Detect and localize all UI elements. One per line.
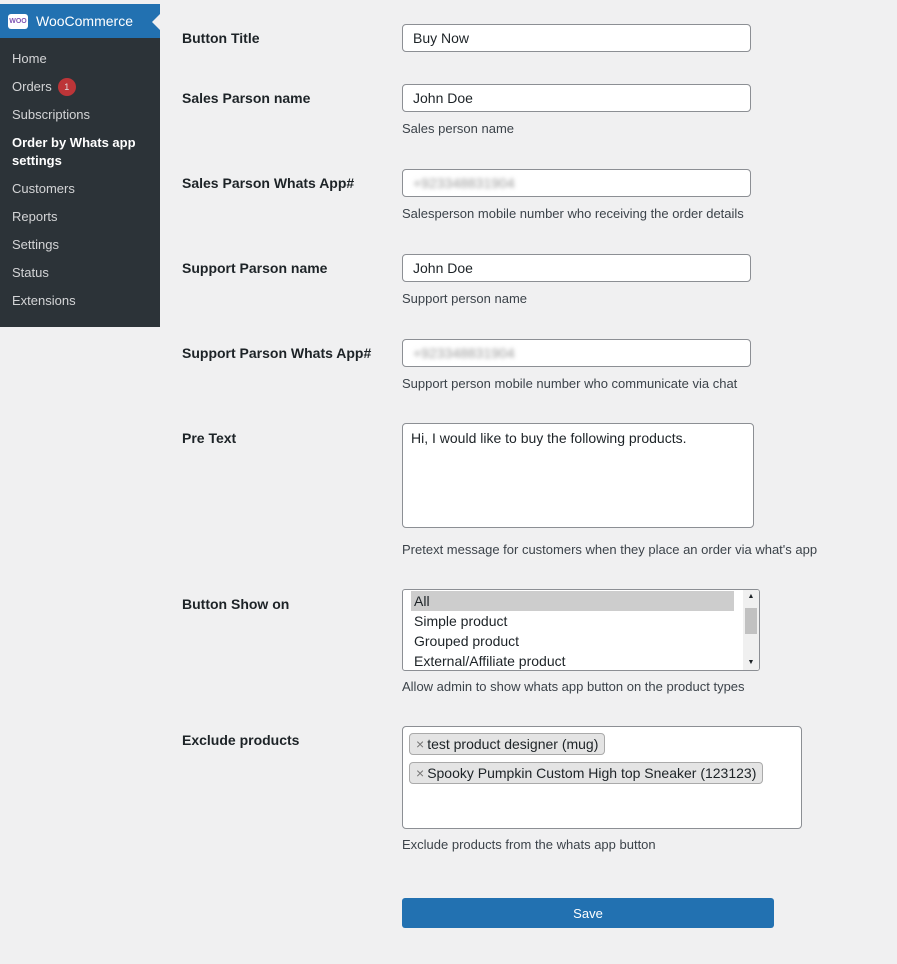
option-all[interactable]: All [411, 591, 734, 611]
sales-whatsapp-label: Sales Parson Whats App# [182, 175, 355, 191]
sidebar-item-label: Settings [12, 237, 59, 252]
sales-whatsapp-input[interactable]: +923348831904 [402, 169, 751, 197]
scroll-down-icon[interactable]: ▼ [743, 656, 759, 670]
admin-sidebar: WOO WooCommerce Home Orders 1 Subscriptio… [0, 0, 160, 327]
save-button[interactable]: Save [402, 898, 774, 928]
remove-icon[interactable]: × [416, 736, 424, 752]
sidebar-item-orders[interactable]: Orders 1 [0, 73, 160, 101]
sales-whatsapp-value: +923348831904 [413, 175, 515, 191]
sidebar-item-label: Extensions [12, 293, 76, 308]
pre-text-description: Pretext message for customers when they … [402, 542, 818, 557]
product-chip: × test product designer (mug) [409, 733, 606, 755]
sales-name-description: Sales person name [402, 121, 515, 136]
support-whatsapp-input[interactable]: +923348831904 [402, 339, 751, 367]
scrollbar-thumb[interactable] [745, 608, 757, 634]
support-name-input[interactable]: John Doe [402, 254, 751, 282]
sidebar-item-label: Order by Whats app settings [12, 135, 136, 168]
sidebar-item-order-by-whatsapp[interactable]: Order by Whats app settings [0, 129, 160, 175]
option-external-product[interactable]: External/Affiliate product [403, 651, 743, 670]
woocommerce-logo-icon: WOO [8, 13, 28, 29]
support-whatsapp-value: +923348831904 [413, 345, 515, 361]
sidebar-item-label: Reports [12, 209, 58, 224]
sidebar-item-settings[interactable]: Settings [0, 231, 160, 259]
sidebar-item-label: Orders [12, 79, 52, 94]
sidebar-item-extensions[interactable]: Extensions [0, 287, 160, 315]
orders-count-badge: 1 [57, 78, 76, 96]
support-name-description: Support person name [402, 291, 528, 306]
chip-label: Spooky Pumpkin Custom High top Sneaker (… [427, 765, 757, 781]
sales-name-label: Sales Parson name [182, 90, 311, 106]
sidebar-item-subscriptions[interactable]: Subscriptions [0, 101, 160, 129]
sidebar-item-customers[interactable]: Customers [0, 175, 160, 203]
sidebar-item-label: Customers [12, 181, 75, 196]
support-whatsapp-description: Support person mobile number who communi… [402, 376, 738, 391]
button-title-input[interactable]: Buy Now [402, 24, 751, 52]
sidebar-item-label: Subscriptions [12, 107, 91, 122]
pre-text-label: Pre Text [182, 430, 237, 446]
show-on-description: Allow admin to show whats app button on … [402, 679, 745, 694]
scroll-up-icon[interactable]: ▲ [743, 590, 759, 604]
support-whatsapp-label: Support Parson Whats App# [182, 345, 372, 361]
sidebar-item-label: Home [12, 51, 47, 66]
sidebar-item-label: Status [12, 265, 49, 280]
current-menu-arrow-icon [152, 14, 160, 30]
sales-name-input[interactable]: John Doe [402, 84, 751, 112]
show-on-multiselect[interactable]: All Simple product Grouped product Exter… [402, 589, 760, 671]
exclude-products-select[interactable]: × test product designer (mug) × Spooky Pum… [402, 726, 802, 829]
menu-title: WooCommerce [36, 13, 133, 29]
woocommerce-menu-header[interactable]: WOO WooCommerce [0, 4, 160, 38]
sidebar-item-reports[interactable]: Reports [0, 203, 160, 231]
option-simple-product[interactable]: Simple product [403, 611, 743, 631]
sidebar-item-status[interactable]: Status [0, 259, 160, 287]
support-name-label: Support Parson name [182, 260, 328, 276]
product-chip: × Spooky Pumpkin Custom High top Sneaker … [409, 762, 764, 784]
option-grouped-product[interactable]: Grouped product [403, 631, 743, 651]
top-gap [0, 0, 160, 4]
button-title-label: Button Title [182, 30, 260, 46]
exclude-label: Exclude products [182, 732, 300, 748]
sales-whatsapp-description: Salesperson mobile number who receiving … [402, 206, 744, 221]
show-on-label: Button Show on [182, 596, 290, 612]
select-scrollbar[interactable]: ▲ ▼ [743, 590, 759, 670]
exclude-description: Exclude products from the whats app butt… [402, 837, 656, 852]
sidebar-item-home[interactable]: Home [0, 45, 160, 73]
chip-label: test product designer (mug) [427, 736, 599, 752]
pre-text-textarea[interactable]: Hi, I would like to buy the following pr… [402, 423, 754, 528]
remove-icon[interactable]: × [416, 765, 424, 781]
